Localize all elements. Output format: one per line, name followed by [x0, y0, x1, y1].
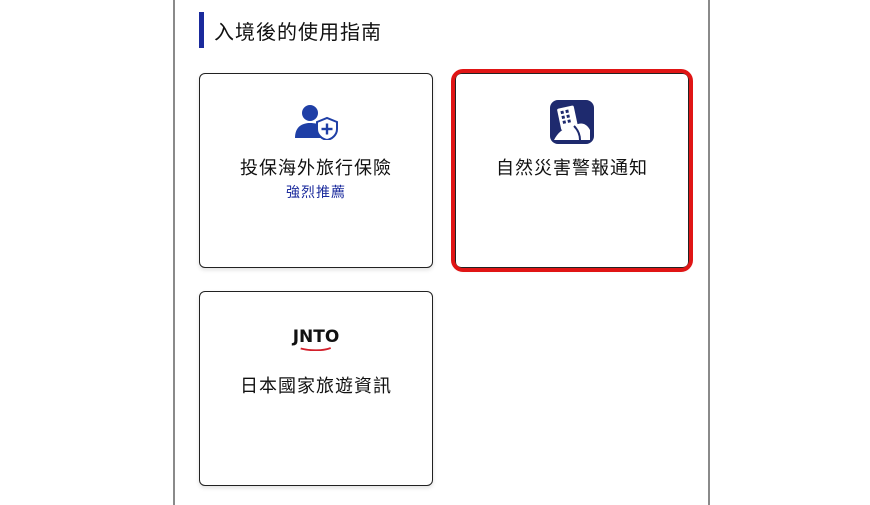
section-header: 入境後的使用指南	[199, 12, 382, 48]
guide-panel: 入境後的使用指南 投保海外旅行保險 強烈推薦 自然災害警報通知 JNTO 日本國…	[173, 0, 710, 505]
section-title: 入境後的使用指南	[214, 19, 382, 44]
disaster-alert-label: 自然災害警報通知	[496, 158, 648, 179]
disaster-alert-app-icon	[550, 100, 594, 148]
insurance-card[interactable]: 投保海外旅行保險 強烈推薦	[199, 73, 433, 268]
jnto-logo: JNTO	[292, 327, 340, 351]
jnto-label: 日本國家旅遊資訊	[240, 376, 392, 397]
jnto-logo-text: JNTO	[292, 327, 340, 347]
disaster-alert-card[interactable]: 自然災害警報通知	[455, 73, 689, 268]
jnto-card[interactable]: JNTO 日本國家旅遊資訊	[199, 291, 433, 486]
section-accent-bar	[199, 12, 204, 48]
insurance-label: 投保海外旅行保險	[240, 158, 392, 179]
person-shield-icon	[293, 104, 339, 144]
jnto-swoosh-icon	[300, 347, 332, 351]
insurance-recommended-label: 強烈推薦	[286, 185, 346, 201]
